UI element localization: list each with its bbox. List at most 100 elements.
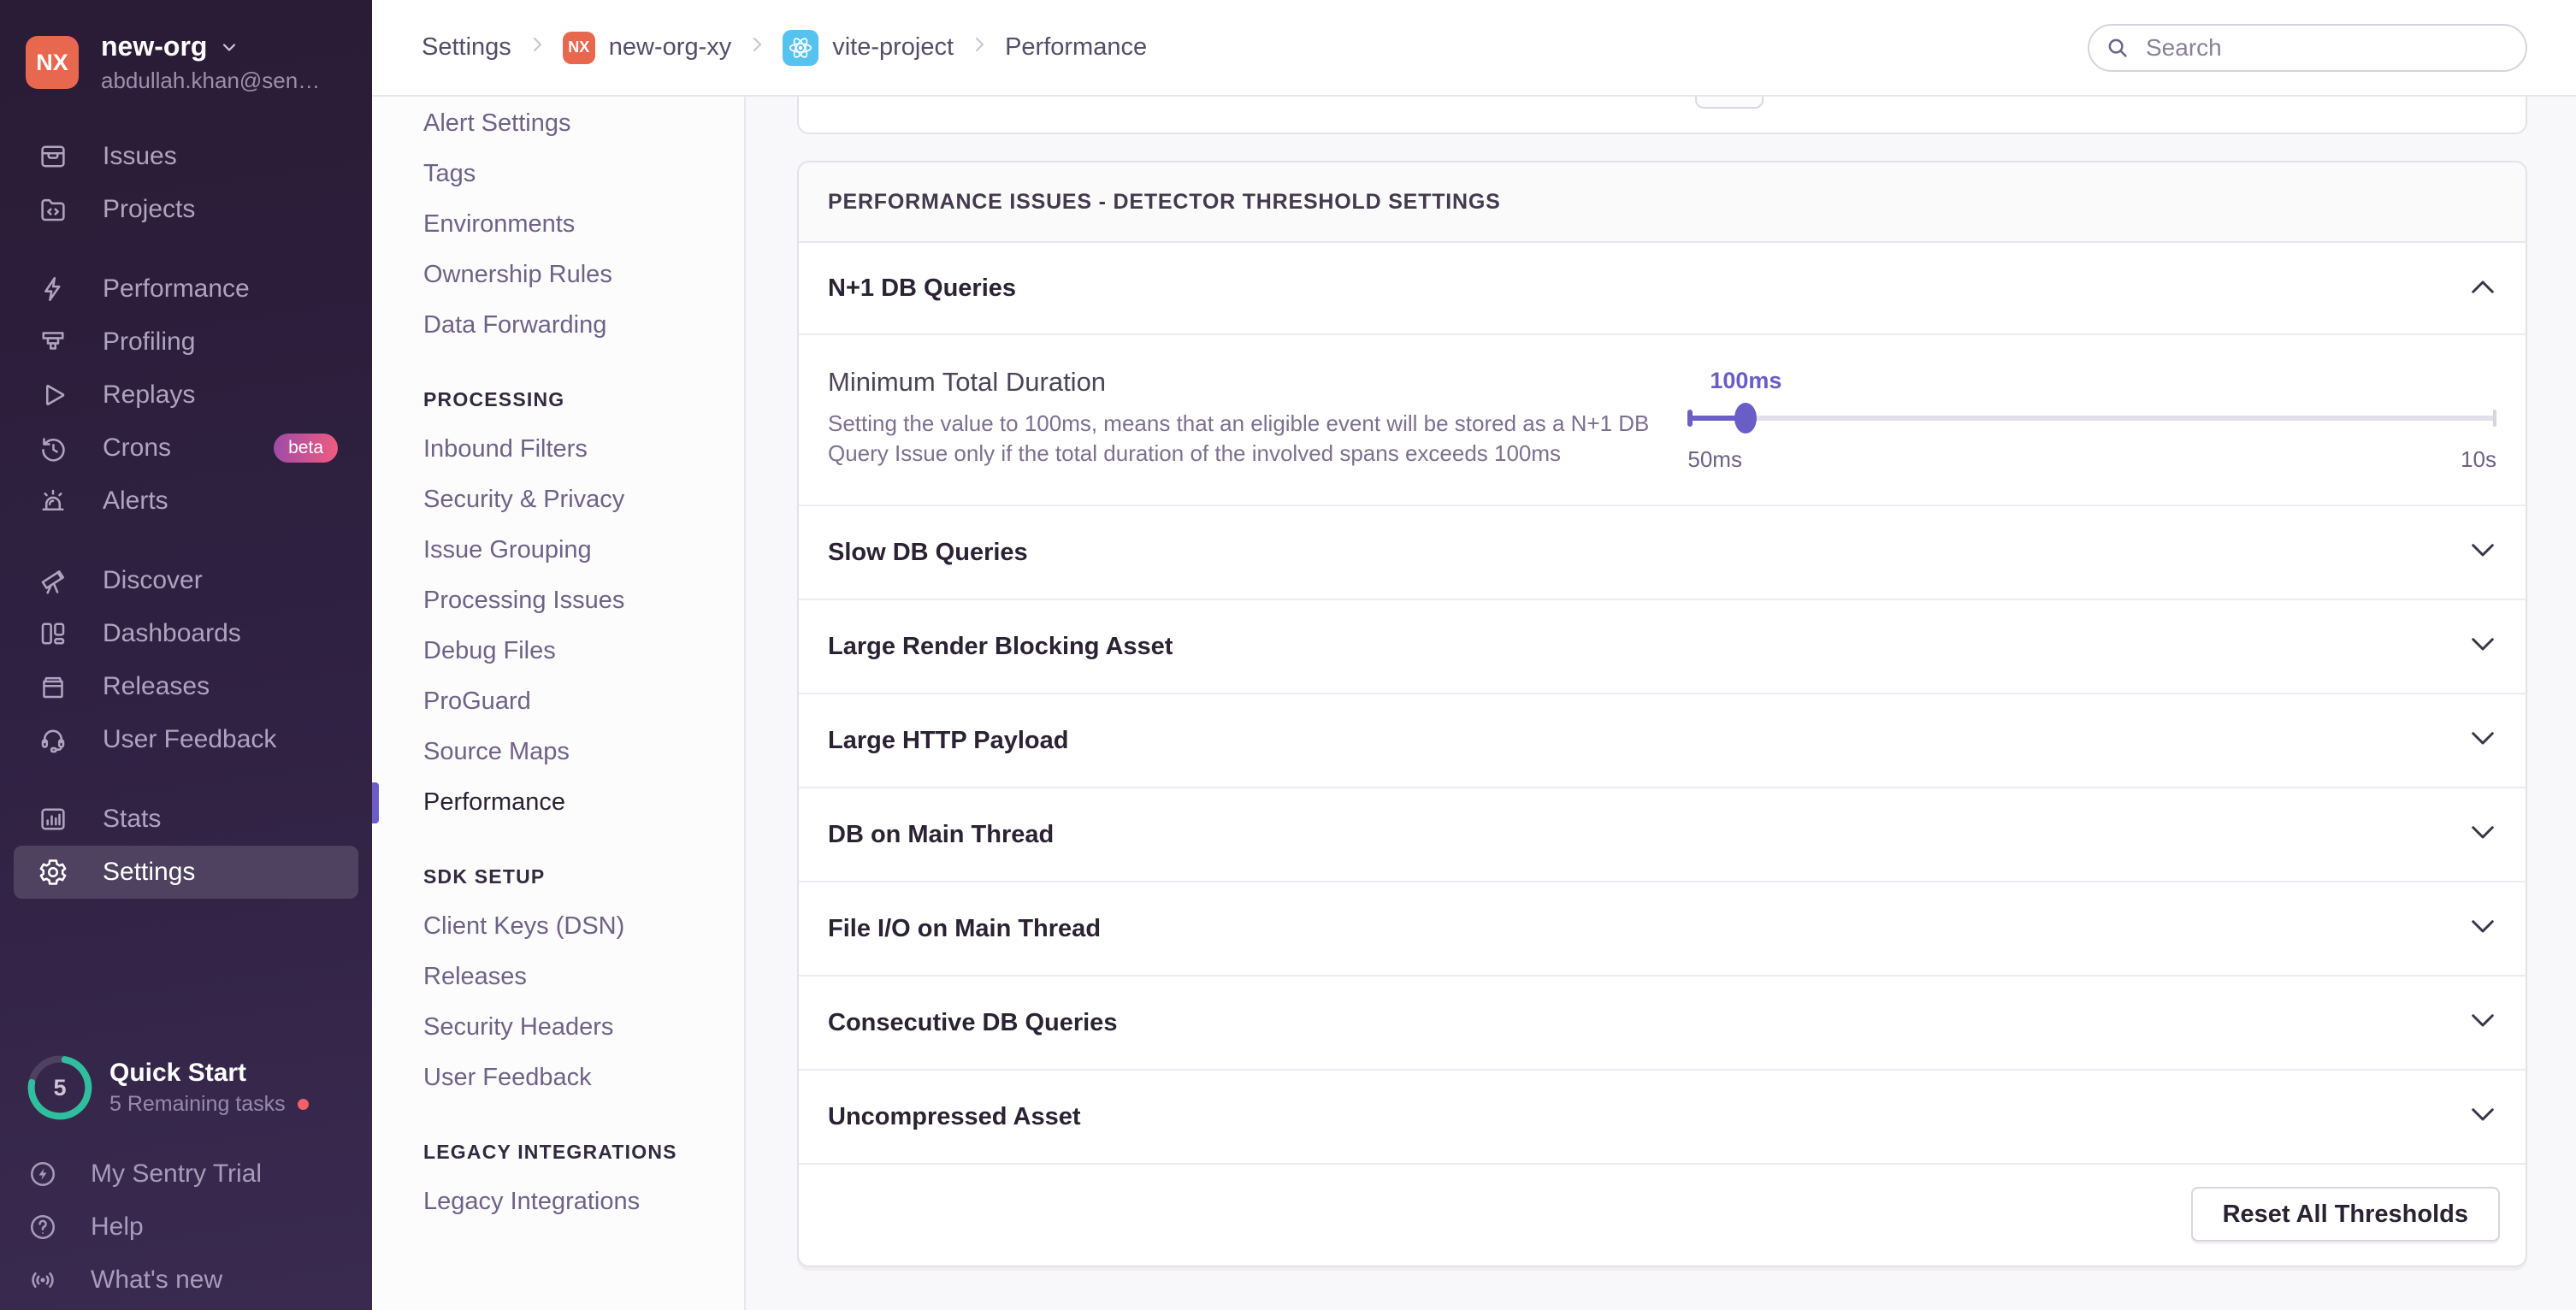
sidebar-item-replays[interactable]: Replays <box>0 369 372 422</box>
settings-nav-proguard[interactable]: ProGuard <box>372 676 744 727</box>
chevron-down-icon[interactable] <box>2469 824 2496 846</box>
detector-threshold-panel: PERFORMANCE ISSUES - DETECTOR THRESHOLD … <box>797 161 2527 1267</box>
chevron-down-icon[interactable] <box>2469 918 2496 940</box>
settings-nav-environments[interactable]: Environments <box>372 199 744 250</box>
reset-all-thresholds-button[interactable]: Reset All Thresholds <box>2191 1187 2500 1242</box>
chevron-down-icon[interactable] <box>2469 1106 2496 1128</box>
settings-nav-releases[interactable]: Releases <box>372 952 744 1002</box>
beta-badge: beta <box>274 434 338 463</box>
quick-start-title: Quick Start <box>109 1059 309 1088</box>
chevron-down-icon[interactable] <box>2469 1012 2496 1034</box>
breadcrumb-organization[interactable]: NX new-org-xy <box>563 32 731 64</box>
trial-icon <box>27 1159 58 1189</box>
accordion-slow-db-queries[interactable]: Slow DB Queries <box>799 506 2526 600</box>
settings-nav-inbound-filters[interactable]: Inbound Filters <box>372 424 744 475</box>
settings-nav-legacy-integrations[interactable]: Legacy Integrations <box>372 1177 744 1227</box>
chevron-down-icon[interactable] <box>2469 730 2496 752</box>
accordion-uncompressed-asset[interactable]: Uncompressed Asset <box>799 1071 2526 1165</box>
sidebar-item-crons[interactable]: Crons beta <box>0 422 372 475</box>
react-platform-icon <box>783 30 818 66</box>
settings-nav-ownership-rules[interactable]: Ownership Rules <box>372 250 744 300</box>
quick-start-panel[interactable]: 5 Quick Start 5 Remaining tasks <box>26 1053 355 1122</box>
accordion-file-io-on-main-thread[interactable]: File I/O on Main Thread <box>799 882 2526 977</box>
threshold-setting-row: Minimum Total Duration Setting the value… <box>799 335 2526 506</box>
sidebar-item-user-feedback[interactable]: User Feedback <box>0 713 372 766</box>
slider-min-label: 50ms <box>1687 446 1742 473</box>
performance-icon <box>38 274 68 304</box>
org-badge: NX <box>563 32 595 64</box>
settings-nav-data-forwarding[interactable]: Data Forwarding <box>372 300 744 351</box>
cut-off-control-fragment[interactable] <box>1695 97 1764 109</box>
chevron-down-icon[interactable] <box>2469 542 2496 564</box>
accordion-large-http-payload[interactable]: Large HTTP Payload <box>799 694 2526 788</box>
chevron-right-icon <box>969 33 990 62</box>
settings-nav-debug-files[interactable]: Debug Files <box>372 626 744 676</box>
sidebar-item-issues[interactable]: Issues <box>0 130 372 183</box>
chevron-up-icon[interactable] <box>2469 278 2496 299</box>
whats-new-icon <box>27 1265 58 1295</box>
sidebar-item-stats[interactable]: Stats <box>0 793 372 846</box>
accordion-consecutive-db-queries[interactable]: Consecutive DB Queries <box>799 977 2526 1071</box>
sidebar-item-discover[interactable]: Discover <box>0 554 372 607</box>
settings-nav-alert-settings[interactable]: Alert Settings <box>372 98 744 149</box>
sidebar-item-label: Discover <box>103 566 203 595</box>
sidebar-item-label: Replays <box>103 381 195 410</box>
dashboards-icon <box>38 618 68 649</box>
sidebar-item-performance[interactable]: Performance <box>0 263 372 316</box>
sidebar-item-profiling[interactable]: Profiling <box>0 316 372 369</box>
user-feedback-icon <box>38 724 68 755</box>
breadcrumb-settings[interactable]: Settings <box>422 33 511 62</box>
org-switcher[interactable]: NX new-org abdullah.khan@sen… <box>0 0 372 111</box>
chevron-right-icon <box>747 33 767 62</box>
stats-icon <box>38 804 68 835</box>
search-input[interactable] <box>2088 24 2527 72</box>
accordion-large-render-blocking-asset[interactable]: Large Render Blocking Asset <box>799 600 2526 694</box>
settings-nav-header-processing: PROCESSING <box>372 375 744 424</box>
settings-nav-security-headers[interactable]: Security Headers <box>372 1002 744 1053</box>
breadcrumb: Settings NX new-org-xy vite-project <box>422 30 1147 66</box>
sidebar-item-label: Projects <box>103 195 195 224</box>
chevron-down-icon <box>219 37 239 57</box>
settings-nav-tags[interactable]: Tags <box>372 149 744 199</box>
slider-thumb[interactable] <box>1734 403 1757 434</box>
breadcrumb-project[interactable]: vite-project <box>783 30 954 66</box>
projects-icon <box>38 194 68 225</box>
settings-nav-source-maps[interactable]: Source Maps <box>372 727 744 777</box>
settings-nav-security-privacy[interactable]: Security & Privacy <box>372 475 744 525</box>
scrolled-panel-fragment <box>797 97 2527 134</box>
duration-slider: 100ms 50ms 10s <box>1687 368 2496 481</box>
org-user-email: abdullah.khan@sen… <box>101 68 320 94</box>
sidebar-nav: Issues Projects Performance Profiling Re… <box>0 130 372 899</box>
sidebar-item-label: Profiling <box>103 328 195 357</box>
accordion-n-plus-one-db-queries[interactable]: N+1 DB Queries <box>799 243 2526 335</box>
quick-start-count: 5 <box>26 1053 94 1122</box>
settings-nav-issue-grouping[interactable]: Issue Grouping <box>372 525 744 575</box>
slider-track[interactable] <box>1687 416 2496 421</box>
chevron-right-icon <box>527 33 547 62</box>
sidebar-item-label: User Feedback <box>103 725 276 754</box>
sidebar-item-settings[interactable]: Settings <box>14 846 358 899</box>
sidebar-item-alerts[interactable]: Alerts <box>0 475 372 528</box>
settings-nav-processing-issues[interactable]: Processing Issues <box>372 575 744 626</box>
sidebar-item-label: Settings <box>103 858 195 887</box>
settings-nav-client-keys[interactable]: Client Keys (DSN) <box>372 901 744 952</box>
accordion-db-on-main-thread[interactable]: DB on Main Thread <box>799 788 2526 882</box>
sidebar-item-label: Releases <box>103 672 210 701</box>
sidebar-item-whats-new[interactable]: What's new <box>26 1254 355 1307</box>
sidebar-item-my-sentry-trial[interactable]: My Sentry Trial <box>26 1148 355 1201</box>
slider-start-tick <box>1687 410 1693 427</box>
settings-nav-header-legacy-integrations: LEGACY INTEGRATIONS <box>372 1127 744 1177</box>
sidebar-item-help[interactable]: Help <box>26 1201 355 1254</box>
sidebar-footer: 5 Quick Start 5 Remaining tasks My Sentr… <box>26 1053 355 1307</box>
sidebar-item-dashboards[interactable]: Dashboards <box>0 607 372 660</box>
chevron-down-icon[interactable] <box>2469 636 2496 658</box>
sidebar-item-label: Alerts <box>103 487 168 516</box>
settings-nav-user-feedback[interactable]: User Feedback <box>372 1053 744 1103</box>
org-name: new-org <box>101 31 207 62</box>
sidebar-item-projects[interactable]: Projects <box>0 183 372 236</box>
slider-value-label: 100ms <box>1710 368 1781 394</box>
help-icon <box>27 1212 58 1242</box>
settings-secondary-nav: Alert Settings Tags Environments Ownersh… <box>372 97 746 1310</box>
sidebar-item-releases[interactable]: Releases <box>0 660 372 713</box>
settings-nav-performance[interactable]: Performance <box>372 777 744 828</box>
